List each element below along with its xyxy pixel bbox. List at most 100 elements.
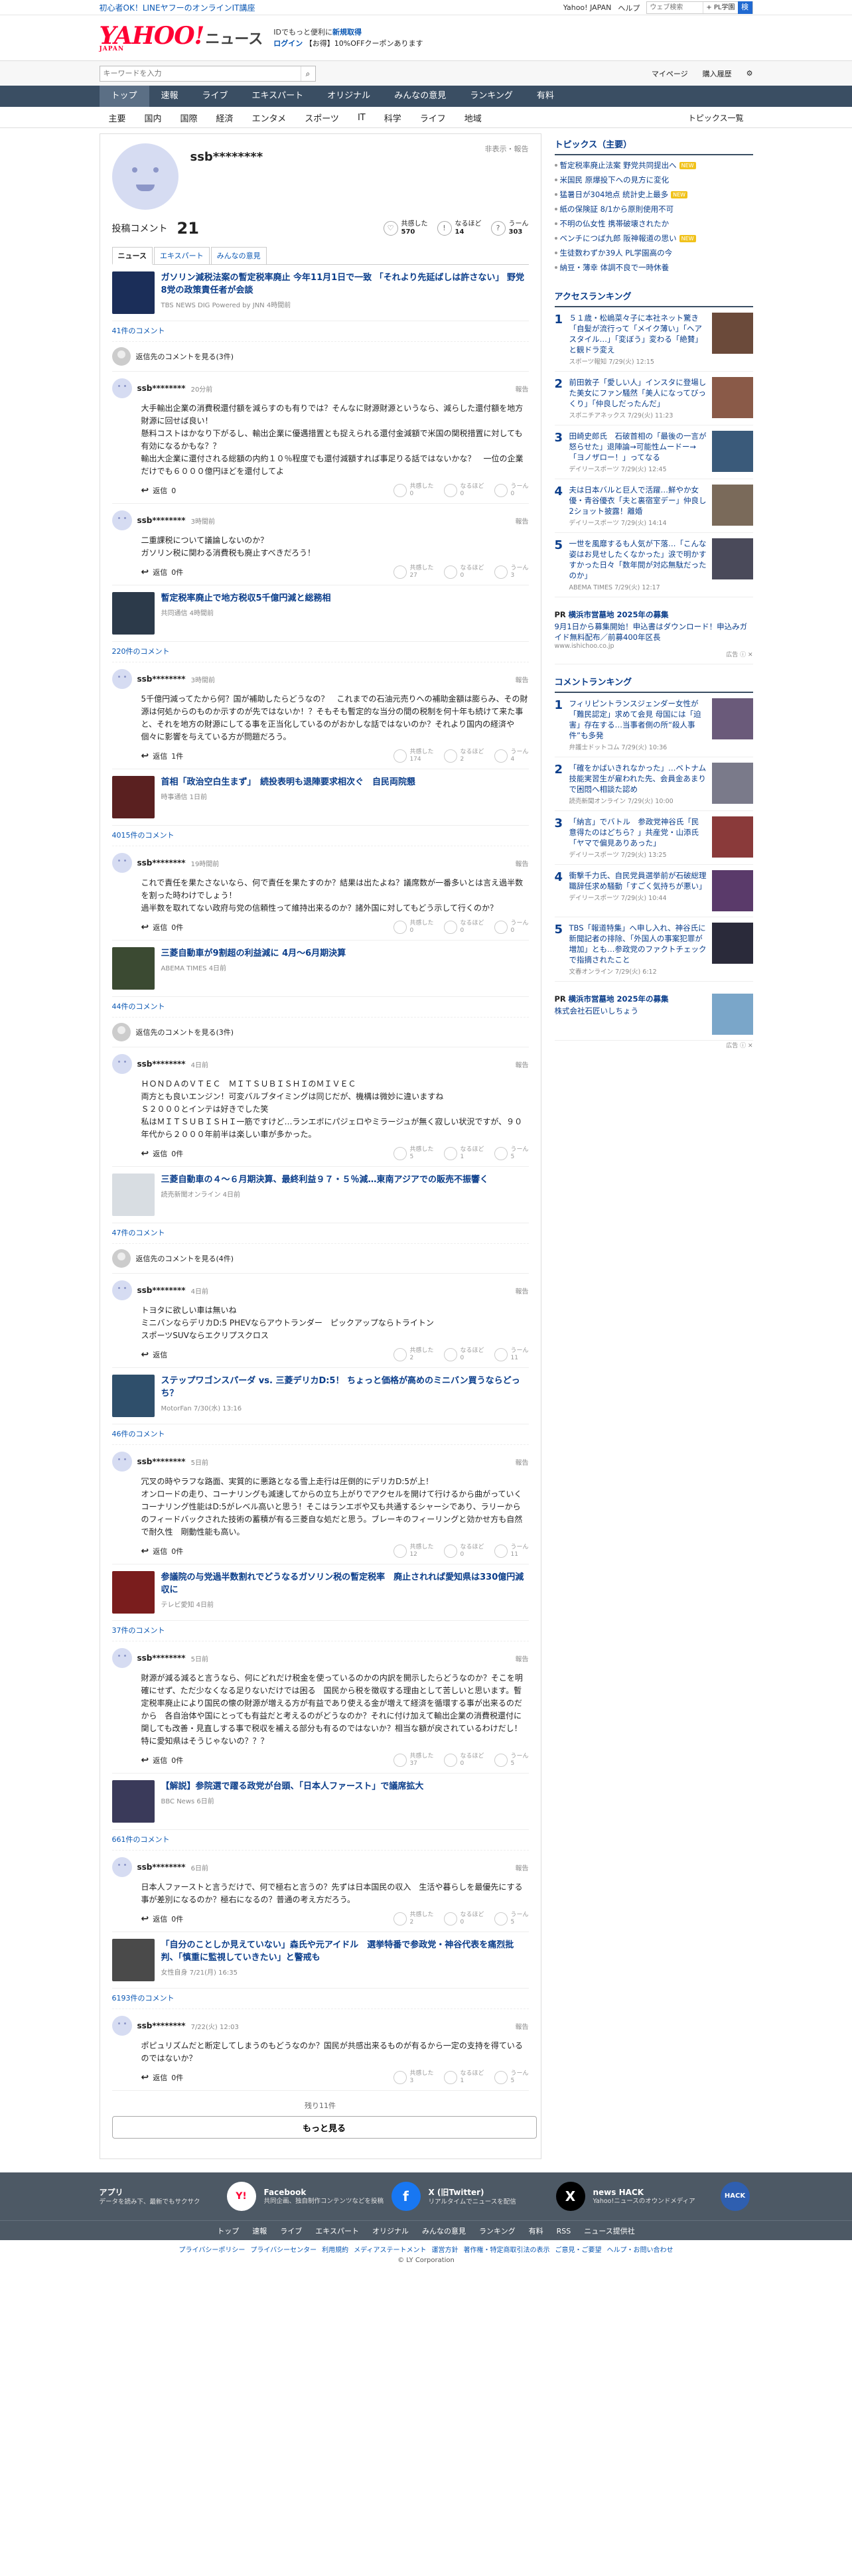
article-title[interactable]: 三菱自動車の４～６月期決算、最終利益９７・５％減…東南アジアでの販売不振響く xyxy=(161,1174,488,1186)
article-title[interactable]: ガソリン減税法案の暫定税率廃止 今年11月1日で一致 「それより先延ばしは許さな… xyxy=(161,271,529,297)
comment-count-link[interactable]: 41件のコメント xyxy=(111,321,529,342)
ranking-title[interactable]: 夫は日本バルと巨人で活躍…鮮やか女優・青谷優衣「夫と裏宿室デー」仲良し2ショット… xyxy=(569,485,707,516)
reply-button[interactable]: ↩ 返信 0件 xyxy=(141,1546,184,1556)
tab-opinions[interactable]: みんなの意見 xyxy=(210,247,267,264)
reply-button[interactable]: ↩ 返信 0件 xyxy=(141,1755,184,1766)
article-title[interactable]: 暫定税率廃止で地方税収5千億円減と総務相 xyxy=(161,592,331,605)
topic-item[interactable]: ベンチにつば九郎 阪神報道の思い NEW xyxy=(555,231,753,246)
doubt-button[interactable]: うーん 0 xyxy=(494,920,529,935)
yahoo-japan-link[interactable]: Yahoo! JAPAN xyxy=(563,3,612,12)
comment-author[interactable]: ssb******** xyxy=(137,2021,186,2030)
empathy-button[interactable]: 共感した 12 xyxy=(393,1544,433,1558)
footer-nav-link[interactable]: 速報 xyxy=(252,2226,267,2236)
topic-item[interactable]: 紙の保険証 8/1から原則使用不可 xyxy=(555,202,753,216)
nav-breaking[interactable]: 速報 xyxy=(149,86,190,107)
doubt-button[interactable]: うーん 3 xyxy=(494,565,529,579)
insight-button[interactable]: なるほど 1 xyxy=(444,1146,484,1161)
article-thumbnail[interactable] xyxy=(111,1780,155,1823)
pr-ad-2[interactable]: PR 横浜市営墓地 2025年の募集 株式会社石匠いしちょう xyxy=(554,988,753,1041)
insight-button[interactable]: なるほど 0 xyxy=(444,1753,484,1768)
footer-link[interactable]: プライバシーポリシー xyxy=(179,2247,246,2254)
footer-link[interactable]: ご意見・ご要望 xyxy=(555,2247,601,2254)
ad-info-2[interactable]: 広告 ⓘ ✕ xyxy=(555,1041,752,1049)
nav-top[interactable]: トップ xyxy=(99,86,149,107)
reply-button[interactable]: ↩ 返信 0件 xyxy=(141,1914,184,1924)
article-item[interactable]: ステップワゴンスパーダ vs. 三菱デリカD:5！ ちょっと価格が高めのミニバン… xyxy=(111,1368,529,1424)
reply-button[interactable]: ↩ 返信 xyxy=(141,1349,172,1360)
comment-author[interactable]: ssb******** xyxy=(137,384,186,393)
empathy-button[interactable]: 共感した 2 xyxy=(393,1347,433,1362)
pr-ad-1[interactable]: PR 横浜市営墓地 2025年の募集 9月1日から募集開始！申込書はダウンロード… xyxy=(554,604,753,664)
login-link[interactable]: ログイン xyxy=(273,39,303,48)
reply-button[interactable]: ↩ 返信 0件 xyxy=(141,567,184,577)
cat-economy[interactable]: 経済 xyxy=(207,112,243,124)
ranking-thumbnail[interactable] xyxy=(711,763,753,804)
topics-list-link[interactable]: トピックス一覧 xyxy=(679,112,753,123)
topic-item[interactable]: 不明の仏女性 携帯破壊されたか xyxy=(555,216,753,231)
footer-link[interactable]: ヘルプ・お問い合わせ xyxy=(606,2247,673,2254)
topic-text[interactable]: 猛暑日が304地点 統計史上最多 xyxy=(560,187,669,202)
report-link[interactable]: 報告 xyxy=(516,516,529,526)
app-link[interactable]: アプリ データを読み下、最新でもサクサク Y! xyxy=(100,2182,256,2211)
article-thumbnail[interactable] xyxy=(111,1571,155,1614)
comment-author[interactable]: ssb******** xyxy=(137,1457,186,1466)
comment-count-link[interactable]: 37件のコメント xyxy=(111,1621,529,1641)
comment-author[interactable]: ssb******** xyxy=(137,1862,186,1872)
ranking-item[interactable]: 3 「納言」でバトル 参政党神谷氏「民意得たのはどちら？」共産党・山添氏「ヤマで偏… xyxy=(554,811,753,865)
article-item[interactable]: 参議院の与党過半数割れでどうなるガソリン税の暫定税率 廃止されれば愛知県は330… xyxy=(111,1564,529,1621)
doubt-button[interactable]: うーん 5 xyxy=(494,1753,529,1768)
gear-icon[interactable]: ⚙ xyxy=(746,69,753,78)
see-parent-comments[interactable]: 返信先のコメントを見る(4件) xyxy=(111,1244,529,1274)
insight-button[interactable]: なるほど 0 xyxy=(444,920,484,935)
comment-count-link[interactable]: 46件のコメント xyxy=(111,1424,529,1445)
service-name[interactable]: ニュース xyxy=(205,27,263,48)
topic-item[interactable]: 猛暑日が304地点 統計史上最多 NEW xyxy=(555,187,753,202)
report-link[interactable]: 報告 xyxy=(516,674,529,684)
ranking-title[interactable]: 「確をかばいきれなかった」…ベトナム技能実習生が雇われた先、会員金あまりで困悶へ… xyxy=(569,763,707,795)
ranking-title[interactable]: 衝撃千力氏、自民党員選挙前が石破総理職辞任求め騒動「すごく気持ちが悪い」 xyxy=(569,870,707,891)
nav-opinions[interactable]: みんなの意見 xyxy=(382,86,458,107)
ranking-item[interactable]: 4 夫は日本バルと巨人で活躍…鮮やか女優・青谷優衣「夫と裏宿室デー」仲良し2ショッ… xyxy=(554,479,753,533)
topic-text[interactable]: 米国民 原爆投下への見方に変化 xyxy=(560,173,670,187)
nav-live[interactable]: ライブ xyxy=(190,86,240,107)
insight-button[interactable]: なるほど 0 xyxy=(444,565,484,579)
article-thumbnail[interactable] xyxy=(111,592,155,635)
empathy-button[interactable]: 共感した 37 xyxy=(393,1753,433,1768)
footer-nav-link[interactable]: みんなの意見 xyxy=(422,2226,466,2236)
ranking-item[interactable]: 2 「確をかばいきれなかった」…ベトナム技能実習生が雇われた先、会員金あまりで困悶… xyxy=(554,757,753,811)
see-parent-comments[interactable]: 返信先のコメントを見る(3件) xyxy=(111,342,529,372)
topic-item[interactable]: 生徒数わずか39人 PL学園高の今 xyxy=(555,246,753,260)
article-item[interactable]: 暫定税率廃止で地方税収5千億円減と総務相 共同通信 4時間前 xyxy=(111,585,529,642)
ranking-thumbnail[interactable] xyxy=(711,923,753,964)
cat-it[interactable]: IT xyxy=(348,113,375,123)
cat-local[interactable]: 地域 xyxy=(455,112,491,124)
app-link[interactable]: X (旧Twitter) リアルタイムでニュースを配信 X xyxy=(429,2182,585,2211)
yahoo-logo[interactable]: YAHOO! JAPAN xyxy=(100,24,205,52)
article-title[interactable]: ステップワゴンスパーダ vs. 三菱デリカD:5！ ちょっと価格が高めのミニバン… xyxy=(161,1375,529,1400)
article-item[interactable]: 「自分のことしか見えていない」森氏や元アイドル 選挙特番で参政党・神谷代表を痛烈… xyxy=(111,1932,529,1989)
footer-nav-link[interactable]: ランキング xyxy=(479,2226,516,2236)
topic-text[interactable]: 生徒数わずか39人 PL学園高の今 xyxy=(560,246,673,260)
empathy-button[interactable]: 共感した 3 xyxy=(393,2070,433,2085)
ranking-thumbnail[interactable] xyxy=(711,698,753,739)
promo-link[interactable]: 初心者OK！LINEヤフーのオンラインIT講座 xyxy=(100,2,255,13)
reply-button[interactable]: ↩ 返信 0件 xyxy=(141,2072,184,2083)
ranking-title[interactable]: 一世を風靡するも人気が下落…「こんな姿はお見せしたくなかった」涙で明かすすかった… xyxy=(569,538,707,581)
ranking-thumbnail[interactable] xyxy=(711,313,753,354)
article-title[interactable]: 首相「政治空白生まず」 続投表明も退陣要求相次ぐ 自民両院懇 xyxy=(161,776,416,789)
web-search-input[interactable] xyxy=(647,2,703,13)
reply-button[interactable]: ↩ 返信 1件 xyxy=(141,751,184,761)
empathy-button[interactable]: 共感した 174 xyxy=(393,749,433,763)
see-parent-label[interactable]: 返信先のコメントを見る(3件) xyxy=(136,1027,234,1037)
cat-world[interactable]: 国際 xyxy=(171,112,207,124)
help-link[interactable]: ヘルプ xyxy=(618,3,640,13)
search-icon[interactable]: ⌕ xyxy=(300,66,315,81)
report-link[interactable]: 報告 xyxy=(516,1286,529,1296)
comment-count-link[interactable]: 220件のコメント xyxy=(111,642,529,662)
insight-button[interactable]: なるほど 0 xyxy=(444,1347,484,1362)
footer-nav-link[interactable]: RSS xyxy=(557,2227,571,2235)
signup-link[interactable]: 新規取得 xyxy=(332,28,362,37)
ranking-title[interactable]: ５１歳・松嶋菜々子に本社ネット驚き「自髪が流行って「メイク薄い」「ヘアスタイル…… xyxy=(569,313,707,355)
article-thumbnail[interactable] xyxy=(111,1939,155,1981)
footer-nav-link[interactable]: トップ xyxy=(217,2226,239,2236)
